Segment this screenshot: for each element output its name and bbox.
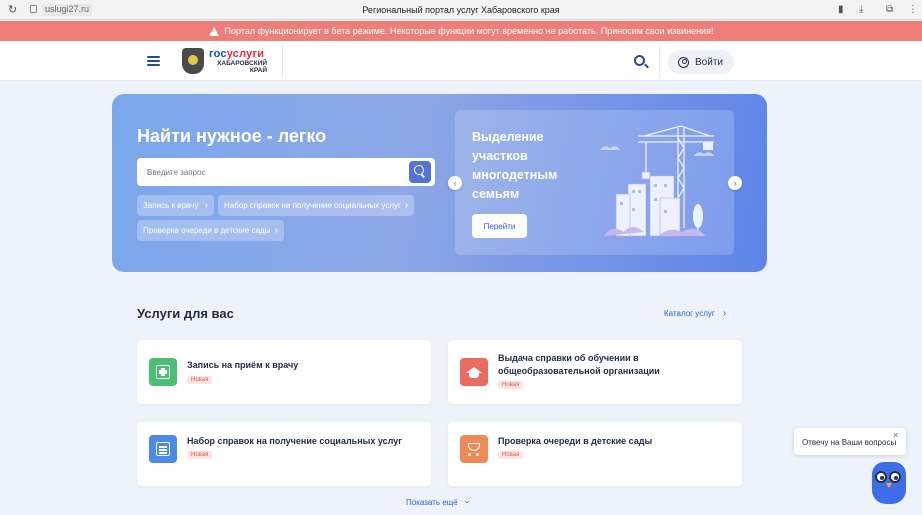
- quick-link-chip[interactable]: Набор справок на получение социальных ус…: [218, 195, 414, 216]
- show-more-label: Показать ещё: [406, 498, 458, 507]
- slider-next-button[interactable]: ›: [728, 176, 742, 190]
- chip-label: Набор справок на получение социальных ус…: [224, 201, 401, 210]
- chevron-left-icon: ‹: [453, 178, 457, 188]
- beta-banner: Портал функционирует в бета режиме. Неко…: [0, 21, 922, 41]
- chat-bubble[interactable]: Отвечу на Ваши вопросы: [794, 428, 906, 455]
- header-divider: [659, 44, 660, 78]
- extensions-icon[interactable]: ⧉: [886, 4, 893, 15]
- new-badge: Новая: [498, 451, 524, 459]
- hero-search: [137, 158, 435, 186]
- search-input[interactable]: [137, 158, 407, 186]
- promo-text: Выделение участков многодетным семьям: [472, 130, 558, 201]
- chevron-right-icon: ›: [722, 308, 727, 319]
- quick-link-chip[interactable]: Запись к врачу ›: [137, 195, 214, 216]
- service-card-title: Запись на приём к врачу: [187, 360, 299, 370]
- download-icon[interactable]: ⤓: [859, 4, 863, 15]
- stroller-icon: [460, 435, 488, 463]
- catalog-link-label: Каталог услуг: [664, 309, 715, 318]
- chip-label: Запись к врачу: [143, 201, 199, 210]
- logo-region: ХАБАРОВСКИЙ КРАЙ: [217, 60, 267, 74]
- service-card[interactable]: Запись на приём к врачу Новая: [137, 340, 431, 404]
- owl-assistant-icon[interactable]: [872, 462, 906, 504]
- service-card-title: Набор справок на получение социальных ус…: [187, 436, 402, 446]
- chip-label: Проверка очереди в детские сады: [143, 226, 271, 235]
- menu-dots-icon[interactable]: ⋮: [908, 4, 918, 15]
- chevron-right-icon: ›: [733, 178, 737, 188]
- warning-icon: [208, 26, 219, 36]
- construction-illustration: [600, 125, 714, 237]
- document-list-icon: [149, 435, 177, 463]
- chevron-right-icon: ›: [274, 225, 278, 236]
- header-divider: [282, 44, 283, 78]
- service-card-title: Проверка очереди в детские сады: [498, 436, 653, 446]
- new-badge: Новая: [498, 381, 524, 389]
- login-label: Войти: [695, 56, 723, 68]
- user-icon: [678, 56, 689, 68]
- beta-banner-text: Портал функционирует в бета режиме. Неко…: [224, 26, 714, 36]
- window-title: Региональный портал услуг Хабаровского к…: [362, 5, 560, 15]
- service-card[interactable]: Набор справок на получение социальных ус…: [137, 422, 431, 486]
- quick-link-chip[interactable]: Проверка очереди в детские сады ›: [137, 220, 284, 241]
- service-card[interactable]: Выдача справки об обучении в общеобразов…: [448, 340, 742, 404]
- slider-prev-button[interactable]: ‹: [448, 176, 462, 190]
- section-title: Услуги для вас: [137, 306, 234, 321]
- region-emblem-icon: [182, 48, 204, 74]
- site-header: [0, 41, 922, 81]
- medical-kit-icon: [149, 358, 177, 386]
- search-submit-button[interactable]: [409, 161, 431, 183]
- promo-go-button[interactable]: Перейти: [472, 214, 527, 238]
- search-icon[interactable]: [634, 55, 645, 66]
- bookmark-icon[interactable]: ▮: [838, 4, 844, 15]
- gosuslugi-logo[interactable]: госуслуги ХАБАРОВСКИЙ КРАЙ: [182, 48, 282, 76]
- service-card[interactable]: Проверка очереди в детские сады Новая: [448, 422, 742, 486]
- new-badge: Новая: [187, 376, 213, 384]
- catalog-link[interactable]: Каталог услуг ›: [664, 308, 726, 319]
- logo-wordmark: госуслуги: [209, 48, 265, 60]
- chevron-down-icon: ›: [462, 500, 473, 504]
- close-icon[interactable]: ×: [893, 430, 898, 440]
- browser-toolbar: ↻ uslugi27.ru Региональный портал услуг …: [0, 0, 922, 20]
- chat-bubble-text: Отвечу на Ваши вопросы: [802, 438, 897, 447]
- chevron-right-icon: ›: [404, 200, 408, 211]
- chevron-right-icon: ›: [204, 200, 208, 211]
- new-badge: Новая: [187, 451, 213, 459]
- graduation-cap-icon: [460, 358, 488, 386]
- hamburger-menu-icon[interactable]: [147, 56, 160, 66]
- login-button[interactable]: Войти: [668, 50, 734, 74]
- show-more-link[interactable]: Показать ещё ›: [406, 497, 473, 507]
- hero-title: Найти нужное - легко: [137, 126, 327, 146]
- service-card-title: Выдача справки об обучении в общеобразов…: [498, 353, 660, 376]
